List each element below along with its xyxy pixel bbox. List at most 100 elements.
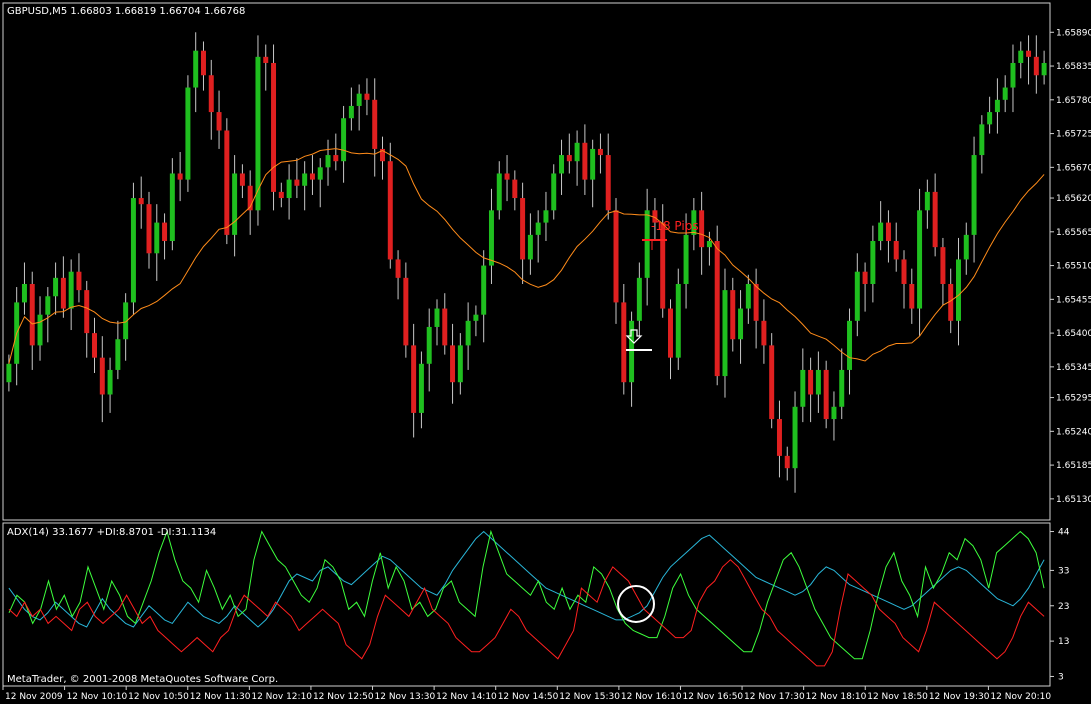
price-tick-label: 1.65185	[1056, 461, 1091, 471]
bull-candle	[53, 277, 59, 297]
bull-candle	[917, 210, 923, 309]
bear-candle	[753, 283, 759, 321]
bear-candle	[239, 173, 245, 186]
bull-candle	[457, 345, 463, 383]
price-tick-label: 1.65670	[1056, 163, 1091, 173]
bear-candle	[808, 369, 814, 395]
bull-candle	[979, 124, 985, 156]
bull-candle	[535, 222, 541, 235]
time-tick-label: 12 Nov 12:50	[313, 692, 374, 702]
bear-candle	[271, 62, 277, 192]
bull-candle	[745, 283, 751, 309]
bull-candle	[317, 167, 323, 180]
bear-candle	[146, 204, 152, 254]
bear-candle	[278, 191, 284, 199]
time-tick-label: 12 Nov 15:30	[559, 692, 620, 702]
bull-candle	[675, 283, 681, 358]
bull-candle	[496, 173, 502, 211]
bear-candle	[605, 155, 611, 211]
bear-candle	[597, 148, 603, 156]
time-tick-label: 12 Nov 16:50	[682, 692, 743, 702]
bull-candle	[232, 173, 238, 235]
bear-candle	[668, 308, 673, 358]
price-tick-label: 1.65780	[1056, 96, 1091, 106]
bear-candle	[177, 173, 183, 180]
bull-candle	[45, 296, 51, 315]
bull-candle	[302, 173, 308, 186]
bull-candle	[6, 363, 12, 383]
bull-candle	[481, 265, 487, 315]
bear-candle	[776, 419, 782, 456]
time-tick-label: 12 Nov 12:10	[251, 692, 312, 702]
bear-candle	[613, 210, 619, 303]
time-tick-label: 12 Nov 14:50	[498, 692, 559, 702]
bull-candle	[543, 210, 549, 223]
bear-candle	[1033, 56, 1039, 76]
bear-candle	[224, 130, 230, 235]
bear-candle	[940, 247, 946, 284]
adx-tick-label: 33	[1058, 566, 1069, 576]
bull-candle	[792, 406, 798, 469]
price-tick-label: 1.65345	[1056, 363, 1091, 373]
bull-candle	[994, 99, 1000, 113]
bear-candle	[263, 56, 269, 63]
bull-candle	[800, 369, 806, 407]
price-tick-label: 1.65130	[1056, 495, 1091, 505]
bear-candle	[769, 345, 775, 420]
time-tick-label: 12 Nov 17:30	[744, 692, 805, 702]
price-tick-label: 1.65240	[1056, 427, 1091, 437]
bear-candle	[520, 198, 526, 260]
time-tick-label: 12 Nov 10:10	[67, 692, 128, 702]
bull-candle	[590, 148, 596, 180]
bear-candle	[450, 345, 456, 383]
bull-candle	[924, 191, 930, 211]
bull-candle	[574, 142, 580, 162]
bear-candle	[309, 173, 315, 180]
bull-candle	[831, 406, 837, 420]
bear-candle	[862, 271, 868, 284]
price-tick-label: 1.65455	[1056, 295, 1091, 305]
bear-candle	[932, 191, 938, 248]
bull-candle	[465, 320, 471, 346]
bull-candle	[434, 308, 440, 327]
bull-candle	[21, 283, 27, 303]
bull-candle	[356, 93, 362, 106]
bull-candle	[1010, 62, 1016, 88]
bull-candle	[325, 155, 331, 168]
bear-candle	[403, 277, 409, 346]
time-tick-label: 12 Nov 10:50	[128, 692, 189, 702]
bear-candle	[216, 112, 222, 131]
bull-candle	[987, 112, 993, 125]
adx-tick-label: 13	[1058, 637, 1069, 647]
bull-candle	[169, 173, 175, 242]
price-tick-label: 1.65835	[1056, 62, 1091, 72]
bull-candle	[473, 314, 479, 321]
bull-candle	[1018, 50, 1024, 63]
bear-candle	[294, 179, 300, 186]
bull-candle	[1002, 87, 1008, 100]
bull-candle	[847, 320, 853, 370]
time-tick-label: 12 Nov 13:30	[375, 692, 436, 702]
bear-candle	[138, 198, 144, 205]
bull-candle	[341, 118, 347, 162]
bull-candle	[636, 277, 642, 321]
time-tick-label: 12 Nov 2009	[5, 692, 63, 702]
bull-candle	[37, 314, 43, 346]
bear-candle	[442, 308, 448, 346]
bull-candle	[154, 222, 160, 254]
bull-candle	[68, 271, 74, 309]
bear-candle	[823, 369, 829, 420]
price-tick-label: 1.65565	[1056, 228, 1091, 238]
bear-candle	[660, 222, 666, 309]
bull-candle	[286, 179, 292, 199]
bear-candle	[714, 241, 720, 377]
bull-candle	[815, 369, 821, 395]
copyright-text: MetaTrader, © 2001-2008 MetaQuotes Softw…	[7, 674, 278, 685]
bull-candle	[418, 363, 424, 413]
adx-tick-label: 23	[1058, 602, 1069, 612]
bull-candle	[185, 87, 191, 180]
bear-candle	[99, 357, 105, 395]
adx-header: ADX(14) 33.1677 +DI:8.8701 -DI:31.1134	[7, 527, 216, 538]
bull-candle	[488, 210, 494, 266]
bull-candle	[971, 155, 977, 235]
